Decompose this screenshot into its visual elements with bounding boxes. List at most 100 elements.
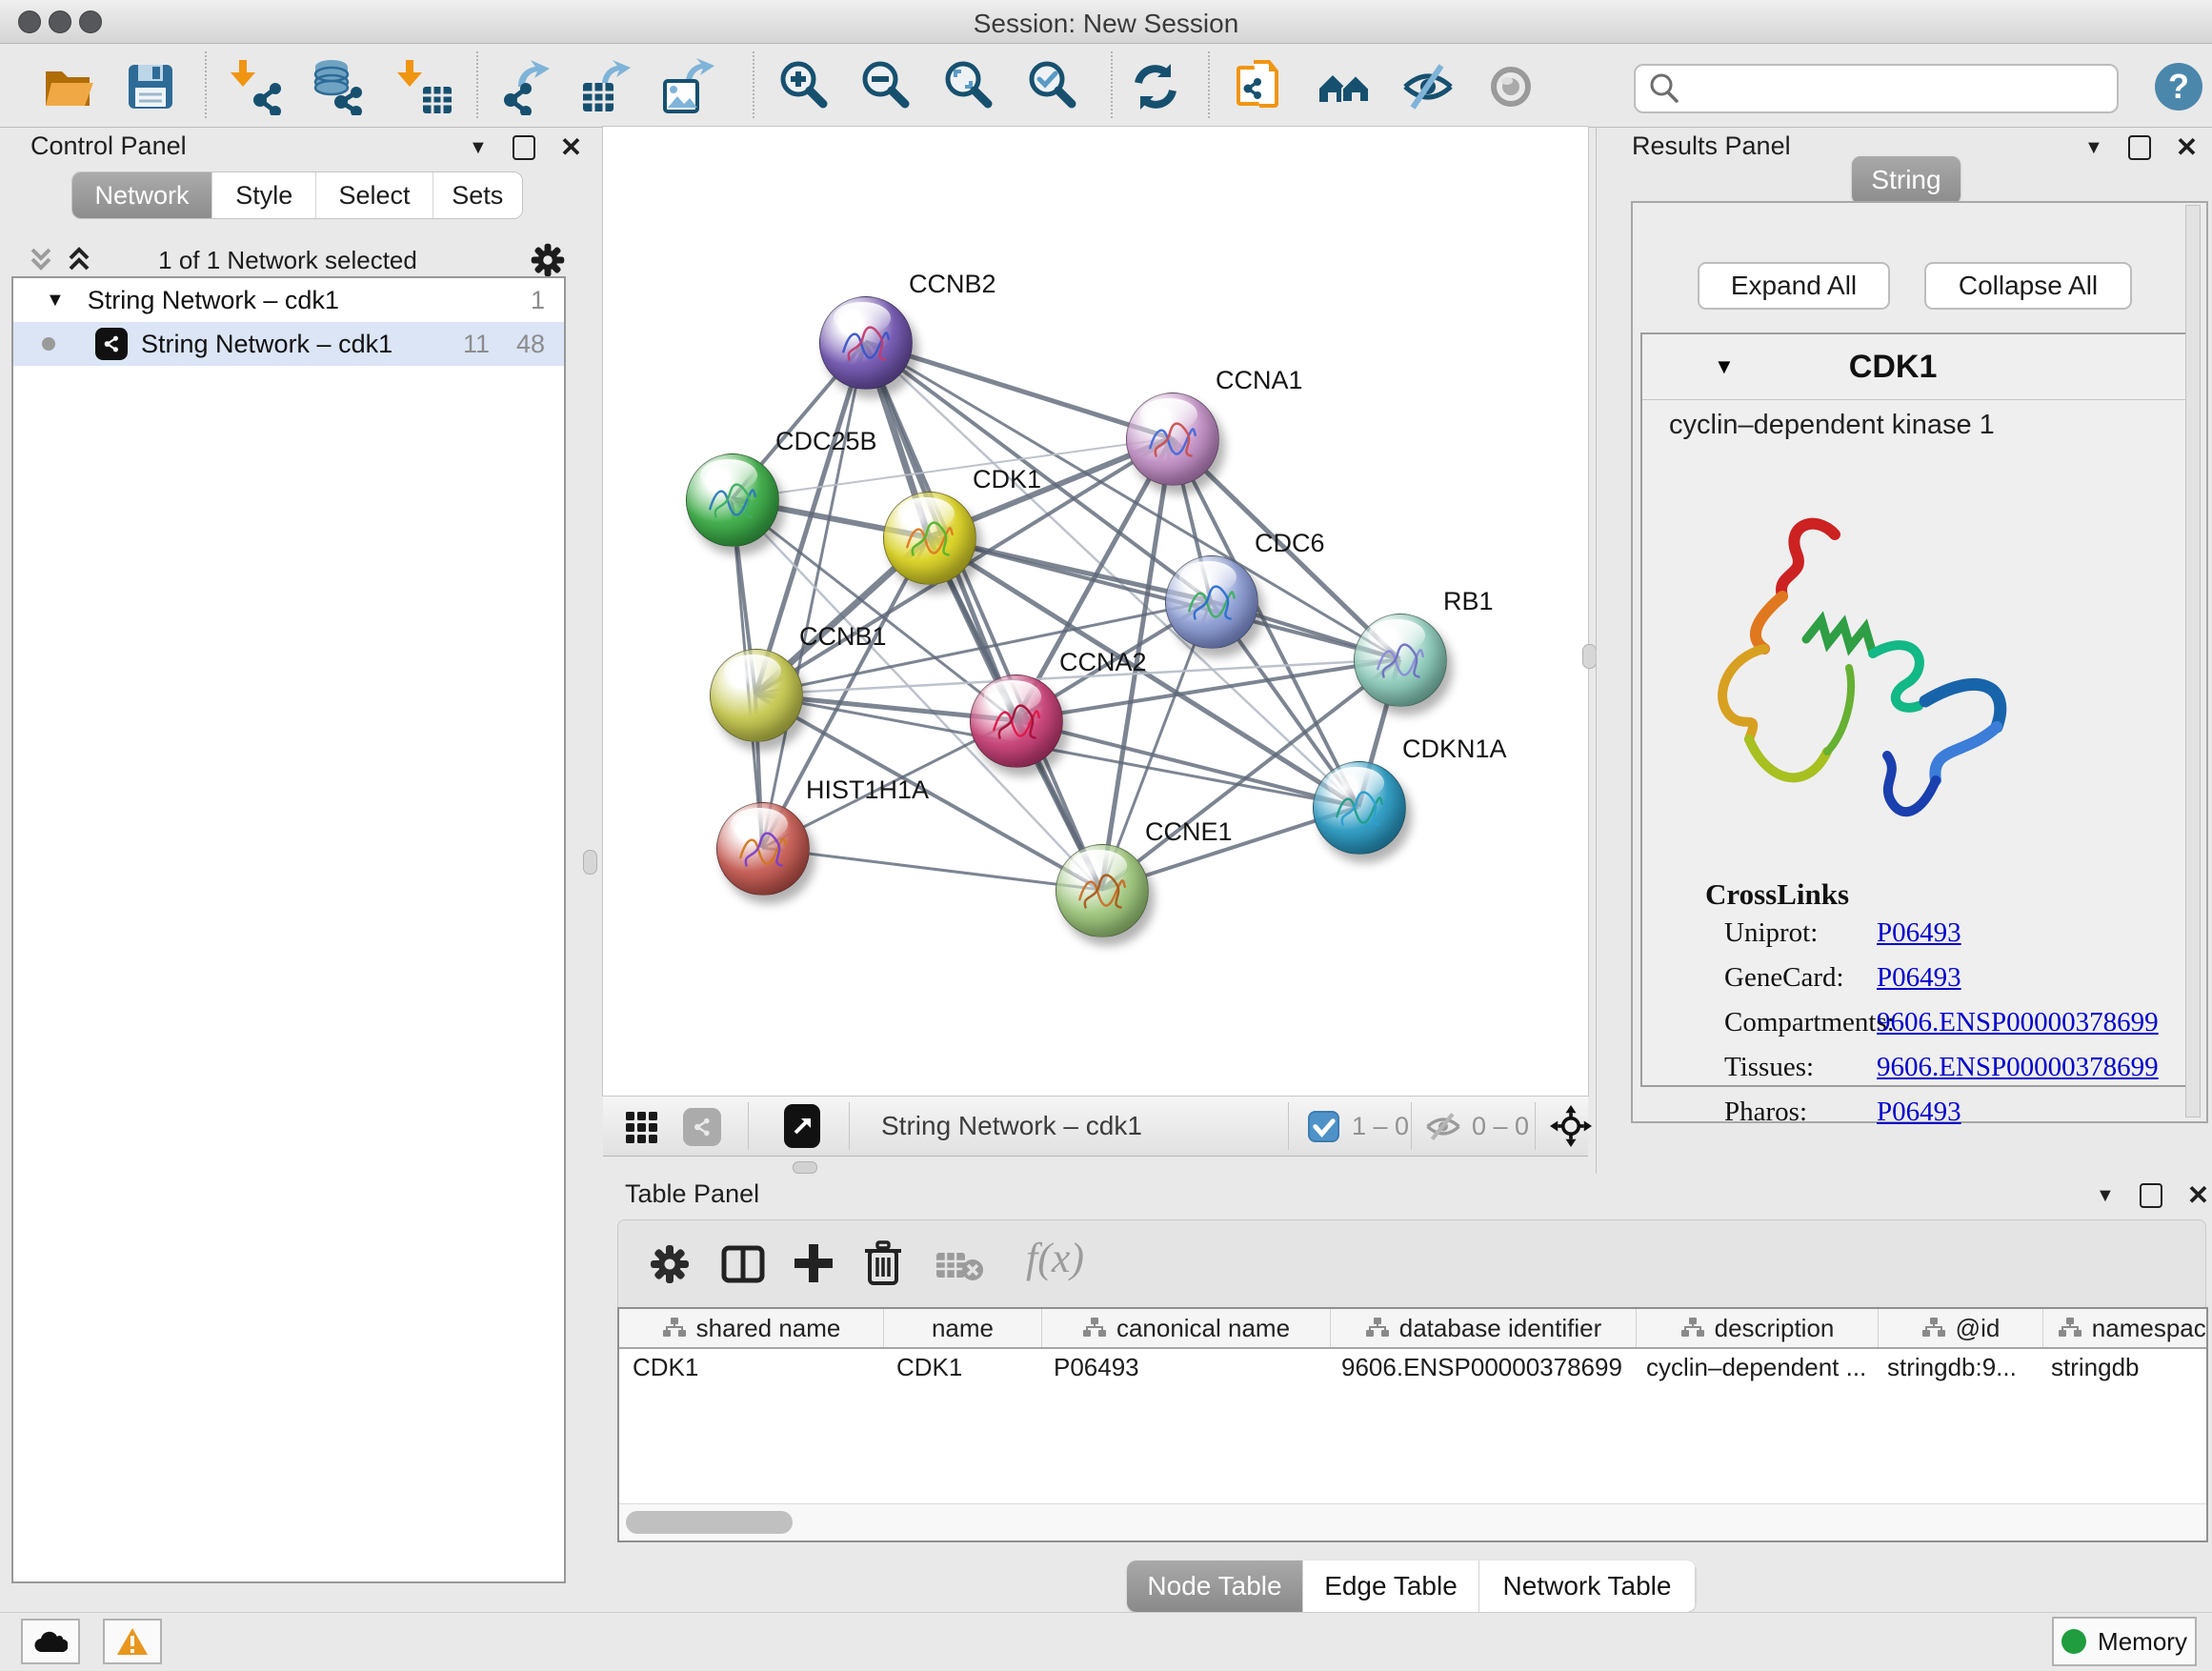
zoom-in-icon[interactable] <box>775 58 833 115</box>
crosslink-link[interactable]: 9606.ENSP00000378699 <box>1877 1052 2159 1083</box>
save-session-icon[interactable] <box>122 58 179 115</box>
network-edge[interactable] <box>865 342 1172 438</box>
network-node-ccne1[interactable] <box>1056 844 1149 937</box>
close-panel-icon[interactable]: ✕ <box>560 137 582 158</box>
column-header-name[interactable]: name <box>884 1309 1042 1347</box>
home-icon[interactable] <box>1316 58 1373 115</box>
show-columns-icon[interactable] <box>721 1243 765 1285</box>
zoom-selected-icon[interactable] <box>1024 58 1081 115</box>
column-header-namespace[interactable]: namespace <box>2043 1309 2208 1347</box>
network-node-cdc6[interactable] <box>1165 555 1258 649</box>
crosslink-link[interactable]: 9606.ENSP00000378699 <box>1877 1007 2159 1038</box>
table-cell[interactable]: stringdb:9... <box>1874 1349 2038 1385</box>
network-collection-row[interactable]: ▼ String Network – cdk1 1 <box>13 278 564 322</box>
import-table-file-icon[interactable] <box>396 58 453 115</box>
hide-selected-eye-slash-icon[interactable] <box>1399 58 1457 115</box>
node-entry-header[interactable]: ▼ CDK1 <box>1642 334 2197 400</box>
horizontal-splitter-handle[interactable] <box>793 1161 817 1174</box>
float-panel-icon[interactable]: ▼ <box>2084 137 2103 159</box>
pan-crosshair-icon[interactable] <box>1550 1105 1592 1147</box>
column-header-description[interactable]: description <box>1637 1309 1879 1347</box>
network-canvas[interactable]: CCNB2CCNA1CDC25BCDK1CDC6RB1CCNB1CCNA2CDK… <box>603 127 1588 1096</box>
refresh-view-icon[interactable] <box>1127 58 1184 115</box>
column-header-databaseidentifier[interactable]: database identifier <box>1331 1309 1637 1347</box>
tab-style[interactable]: Style <box>212 172 316 218</box>
collection-expand-icon[interactable]: ▼ <box>46 290 65 312</box>
column-header-sharedname[interactable]: shared name <box>619 1309 884 1347</box>
crosslink-link[interactable]: P06493 <box>1877 917 1961 949</box>
entry-collapse-icon[interactable]: ▼ <box>1714 354 1735 379</box>
delete-column-trash-icon[interactable] <box>862 1239 904 1287</box>
float-panel-icon[interactable]: ▼ <box>469 137 488 159</box>
maximize-panel-icon[interactable] <box>513 135 535 160</box>
close-panel-icon[interactable]: ✕ <box>2187 1185 2209 1206</box>
import-network-file-icon[interactable] <box>230 58 287 115</box>
create-column-plus-icon[interactable] <box>792 1241 835 1285</box>
cloud-status-button[interactable] <box>21 1619 80 1664</box>
network-node-ccna2[interactable] <box>970 674 1063 768</box>
copy-network-icon[interactable] <box>1231 58 1288 115</box>
network-edge[interactable] <box>762 848 1101 890</box>
table-cell[interactable]: 9606.ENSP00000378699 <box>1328 1349 1633 1385</box>
maximize-panel-icon[interactable] <box>2128 135 2151 160</box>
tab-network-table[interactable]: Network Table <box>1479 1560 1696 1612</box>
network-options-gear-icon[interactable] <box>530 242 566 278</box>
maximize-panel-icon[interactable] <box>2140 1183 2162 1208</box>
network-node-ccna1[interactable] <box>1126 393 1219 486</box>
warning-status-button[interactable] <box>103 1619 162 1664</box>
help-button[interactable]: ? <box>2155 63 2202 111</box>
network-node-cdk1[interactable] <box>883 492 976 585</box>
network-edge[interactable] <box>762 342 865 848</box>
table-cell[interactable]: stringdb <box>2038 1349 2208 1385</box>
network-edge[interactable] <box>929 537 1399 659</box>
zoom-fit-icon[interactable] <box>940 58 997 115</box>
zoom-out-icon[interactable] <box>857 58 915 115</box>
tab-node-table[interactable]: Node Table <box>1127 1560 1303 1612</box>
network-node-ccnb2[interactable] <box>819 296 913 390</box>
network-row[interactable]: String Network – cdk1 11 48 <box>13 322 564 366</box>
table-cell[interactable]: CDK1 <box>883 1349 1040 1385</box>
network-node-hist1h1a[interactable] <box>716 802 810 896</box>
table-cell[interactable]: CDK1 <box>619 1349 883 1385</box>
hidden-eye-slash-icon[interactable] <box>1424 1111 1462 1142</box>
close-panel-icon[interactable]: ✕ <box>2176 137 2198 158</box>
tab-sets[interactable]: Sets <box>433 172 522 218</box>
tab-network[interactable]: Network <box>72 172 212 218</box>
table-settings-gear-icon[interactable] <box>649 1243 691 1285</box>
crosslink-link[interactable]: P06493 <box>1877 1097 1961 1128</box>
table-cell[interactable]: cyclin–dependent ... <box>1633 1349 1874 1385</box>
right-splitter-handle[interactable] <box>1582 644 1597 669</box>
crosslink-link[interactable]: P06493 <box>1877 962 1961 994</box>
search-input[interactable] <box>1683 73 2117 105</box>
table-horizontal-scrollbar[interactable] <box>619 1503 2206 1540</box>
left-splitter-handle[interactable] <box>583 850 597 875</box>
float-panel-icon[interactable]: ▼ <box>2096 1185 2115 1207</box>
search-box[interactable] <box>1634 64 2119 113</box>
expand-all-button[interactable]: Expand All <box>1698 262 1890 310</box>
export-table-icon[interactable] <box>579 58 636 115</box>
results-tab-string[interactable]: String <box>1852 156 1961 204</box>
open-session-icon[interactable] <box>38 58 95 115</box>
import-network-database-icon[interactable] <box>309 58 366 115</box>
network-node-ccnb1[interactable] <box>710 649 803 742</box>
network-node-cdkn1a[interactable] <box>1313 761 1406 855</box>
export-network-icon[interactable] <box>499 58 556 115</box>
column-header-canonicalname[interactable]: canonical name <box>1042 1309 1331 1347</box>
tab-select[interactable]: Select <box>316 172 432 218</box>
tab-edge-table[interactable]: Edge Table <box>1303 1560 1479 1612</box>
table-cell[interactable]: P06493 <box>1040 1349 1328 1385</box>
table-row[interactable]: CDK1CDK1P064939606.ENSP00000378699cyclin… <box>619 1349 2206 1385</box>
grid-view-icon[interactable] <box>624 1110 658 1144</box>
network-node-rb1[interactable] <box>1354 614 1447 707</box>
results-scrollbar[interactable] <box>2185 205 2201 1117</box>
network-edge[interactable] <box>865 342 1101 890</box>
show-all-eye-icon[interactable] <box>1482 58 1539 115</box>
memory-button[interactable]: Memory <box>2052 1617 2197 1666</box>
network-node-cdc25b[interactable] <box>686 453 779 547</box>
selected-checkbox-icon[interactable] <box>1308 1111 1339 1142</box>
export-image-icon[interactable] <box>661 58 718 115</box>
birds-eye-view-icon[interactable] <box>784 1104 820 1148</box>
string-view-icon[interactable] <box>683 1108 721 1146</box>
scrollbar-thumb[interactable] <box>626 1511 793 1534</box>
collapse-all-button[interactable]: Collapse All <box>1924 262 2132 310</box>
